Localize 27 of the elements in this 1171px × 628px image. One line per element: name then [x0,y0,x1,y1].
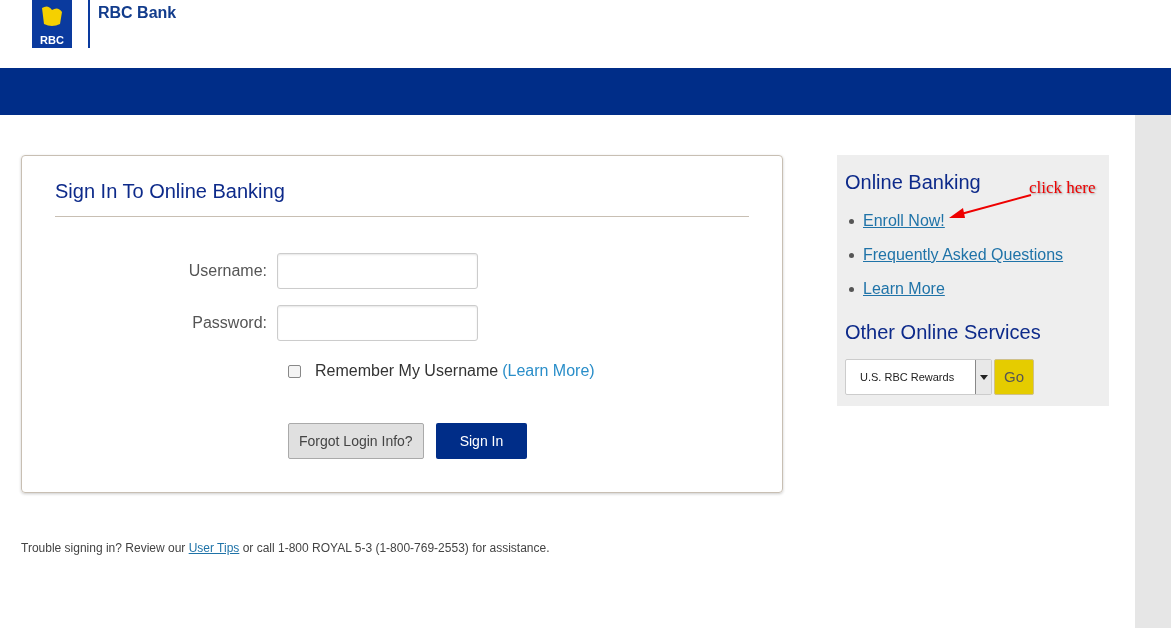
bullet-icon [849,252,854,258]
panel-title: Online Banking [845,170,981,195]
services-dropdown[interactable]: U.S. RBC Rewards [845,359,992,395]
forgot-login-button[interactable]: Forgot Login Info? [288,423,424,459]
input-field[interactable] [277,305,478,341]
bullet-icon [849,218,854,224]
help-text: Trouble signing in? Review our User Tips or call 1-800 ROYAL 5-3 (1-800-769-2553) for assistance. [21,540,551,557]
learn-more-link[interactable]: (Learn More) [502,359,595,383]
sign-in-button[interactable]: Sign In [435,423,528,459]
field-label: Username: [187,261,268,281]
user-tips-link[interactable]: User Tips [188,541,240,555]
checkbox[interactable] [288,364,301,378]
input-field[interactable] [277,253,478,289]
brand-name: RBC Bank [98,5,177,21]
go-button[interactable]: Go [994,359,1034,395]
caret-icon [975,360,991,394]
annotation-text: click here [1029,177,1096,199]
logo-icon: RBC [32,0,72,48]
remember-label: Remember My Username [315,361,499,381]
field-label: Password: [191,313,268,333]
arrow-icon [947,193,1033,221]
panel-link[interactable]: Learn More [863,277,945,301]
panel-link[interactable]: Enroll Now! [863,209,945,233]
panel-link[interactable]: Frequently Asked Questions [863,243,1064,267]
panel-title: Other Online Services [845,320,1042,345]
bullet-icon [849,286,854,292]
card-title: Sign In To Online Banking [55,176,749,217]
